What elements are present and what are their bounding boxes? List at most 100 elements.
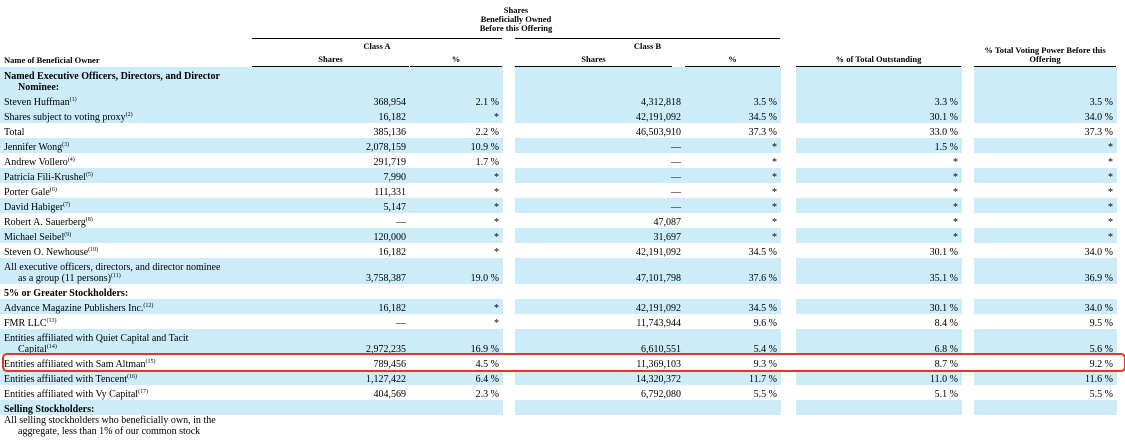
voting-power-cell: * bbox=[1108, 187, 1113, 198]
owner-name-cell: Total bbox=[0, 123, 252, 138]
spacer-cell bbox=[781, 138, 796, 153]
voting-power-cell: * bbox=[1108, 157, 1113, 168]
spacer-cell bbox=[781, 93, 796, 108]
class-a-pct-cell: * bbox=[410, 108, 503, 123]
class-a-pct-cell: * bbox=[410, 299, 503, 314]
spacer-cell bbox=[503, 370, 515, 385]
class-a-pct-cell: 2.3 % bbox=[475, 389, 499, 400]
class-b-pct-cell: * bbox=[685, 198, 781, 213]
spacer-cell bbox=[962, 385, 974, 400]
owner-name: David Habiger bbox=[4, 202, 64, 213]
voting-power-cell: * bbox=[1108, 217, 1113, 228]
class-b-shares-cell: 42,191,092 bbox=[636, 247, 681, 258]
spacer-cell bbox=[1117, 299, 1125, 314]
voting-power-cell: 34.0 % bbox=[974, 299, 1117, 314]
owner-name-cell: All executive officers, directors, and d… bbox=[0, 258, 252, 284]
table-row: Robert A. Sauerberg(8) — * 47,087 * * * bbox=[0, 213, 1125, 228]
total-outstanding-cell bbox=[796, 284, 962, 299]
spacer-cell bbox=[1117, 400, 1125, 415]
spacer-cell bbox=[503, 284, 515, 299]
class-a-shares-cell: — bbox=[396, 318, 406, 329]
spacer-cell bbox=[781, 213, 796, 228]
owner-name: Porter Gale bbox=[4, 187, 50, 198]
owner-name-cell: Entities affiliated with Quiet Capital a… bbox=[0, 329, 252, 355]
spacer-cell bbox=[503, 385, 515, 400]
owner-name: Andrew Vollero bbox=[4, 157, 68, 168]
total-outstanding-cell: 30.1 % bbox=[796, 108, 962, 123]
spacer-cell bbox=[503, 299, 515, 314]
class-b-pct-cell: * bbox=[685, 138, 781, 153]
voting-power-cell bbox=[974, 400, 1117, 415]
voting-power-cell: 9.2 % bbox=[1089, 359, 1113, 370]
owner-name: All executive officers, directors, and d… bbox=[4, 262, 221, 273]
spacer-cell bbox=[781, 415, 796, 437]
class-a-shares-cell: 789,456 bbox=[373, 359, 407, 370]
class-b-pct-cell: 37.3 % bbox=[748, 127, 777, 138]
table-super-header: Shares Beneficially Owned Before this Of… bbox=[0, 6, 1125, 40]
class-b-pct-cell: 3.5 % bbox=[685, 93, 781, 108]
footnote-ref: (10) bbox=[88, 247, 99, 253]
spacer-cell bbox=[1117, 198, 1125, 213]
spacer-cell bbox=[1117, 243, 1125, 258]
class-a-pct-cell: 4.5 % bbox=[475, 359, 499, 370]
class-a-pct-cell: * bbox=[494, 187, 499, 198]
footnote-ref: (13) bbox=[46, 318, 57, 324]
col-header-a-pct: % bbox=[410, 55, 502, 67]
owner-name-cell: Entities affiliated with Tencent(16) bbox=[0, 370, 252, 385]
class-a-pct-cell: * bbox=[410, 228, 503, 243]
spacer-cell bbox=[503, 168, 515, 183]
total-outstanding-cell: 33.0 % bbox=[929, 127, 958, 138]
spacer-cell bbox=[503, 213, 515, 228]
class-b-shares-cell: 11,369,103 bbox=[636, 359, 681, 370]
class-a-pct-cell bbox=[410, 284, 503, 299]
spacer-cell bbox=[1117, 355, 1125, 370]
spacer-cell bbox=[503, 93, 515, 108]
voting-power-cell: * bbox=[974, 168, 1117, 183]
table-row: Michael Seibel(9) 120,000 * 31,697 * * * bbox=[0, 228, 1125, 243]
class-a-pct-cell: 6.4 % bbox=[410, 370, 503, 385]
spacer-cell bbox=[503, 329, 515, 355]
class-a-shares-cell bbox=[252, 67, 410, 93]
class-b-shares-cell bbox=[515, 400, 685, 415]
table-body: Named Executive Officers, Directors, and… bbox=[0, 67, 1125, 437]
voting-power-cell: 5.6 % bbox=[974, 329, 1117, 355]
class-a-pct-cell: 16.9 % bbox=[410, 329, 503, 355]
spacer-cell bbox=[781, 329, 796, 355]
spacer-cell bbox=[962, 123, 974, 138]
voting-power-cell bbox=[974, 415, 1117, 437]
spacer-cell bbox=[1117, 168, 1125, 183]
owner-name: Selling Stockholders: bbox=[4, 404, 95, 415]
class-a-pct-cell: 19.0 % bbox=[410, 258, 503, 284]
spacer-cell bbox=[962, 198, 974, 213]
owner-name: Entities affiliated with Vy Capital bbox=[4, 389, 139, 400]
owner-name-cell: FMR LLC(13) bbox=[0, 314, 252, 329]
owner-name: 5% or Greater Stockholders: bbox=[4, 288, 129, 299]
spacer-cell bbox=[503, 314, 515, 329]
class-a-shares-cell: 5,147 bbox=[252, 198, 410, 213]
voting-power-cell: 3.5 % bbox=[974, 93, 1117, 108]
owner-name: Entities affiliated with Tencent bbox=[4, 374, 128, 385]
voting-power-cell: * bbox=[974, 228, 1117, 243]
total-outstanding-cell: 5.1 % bbox=[934, 389, 958, 400]
col-header-owner: Name of Beneficial Owner bbox=[4, 55, 100, 65]
table-row: Steven O. Newhouse(10) 16,182 * 42,191,092 3… bbox=[0, 243, 1125, 258]
class-a-shares-cell: 2,972,235 bbox=[252, 329, 410, 355]
spacer-cell bbox=[781, 299, 796, 314]
owner-name-continued: Nominee: bbox=[18, 82, 60, 93]
voting-power-cell: 34.0 % bbox=[974, 108, 1117, 123]
footnote-ref: (9) bbox=[64, 232, 72, 238]
spacer-cell bbox=[962, 299, 974, 314]
voting-power-cell: 34.0 % bbox=[1084, 247, 1113, 258]
section-header-row: Named Executive Officers, Directors, and… bbox=[0, 67, 1125, 93]
table-row: Jennifer Wong(3) 2,078,159 10.9 % — * 1.5 % * bbox=[0, 138, 1125, 153]
spacer-cell bbox=[1117, 370, 1125, 385]
class-a-pct-cell: 10.9 % bbox=[410, 138, 503, 153]
spacer-cell bbox=[781, 314, 796, 329]
owner-name-cell: Steven Huffman(1) bbox=[0, 93, 252, 108]
table-row: Shares subject to voting proxy(2) 16,182 *… bbox=[0, 108, 1125, 123]
class-a-pct-cell: 2.1 % bbox=[410, 93, 503, 108]
owner-name: Entities affiliated with Sam Altman bbox=[4, 359, 146, 370]
owner-name-cell: David Habiger(7) bbox=[0, 198, 252, 213]
class-a-shares-cell: 16,182 bbox=[252, 108, 410, 123]
table-row: David Habiger(7) 5,147 * — * * * bbox=[0, 198, 1125, 213]
